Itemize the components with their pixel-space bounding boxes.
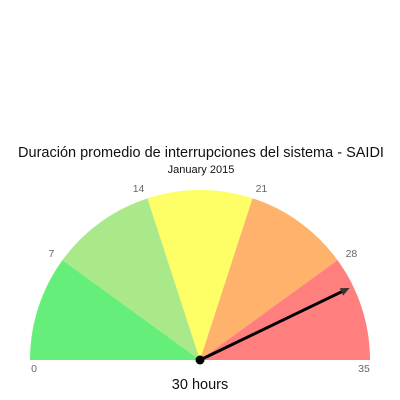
gauge-tick-label-7: 7 (49, 248, 55, 260)
gauge-tick-label-14: 14 (133, 183, 145, 195)
gauge-needle-hub (195, 355, 205, 365)
gauge-tick-label-28: 28 (346, 248, 358, 260)
gauge-tick-label-21: 21 (256, 183, 268, 195)
chart-subtitle: January 2015 (168, 164, 235, 176)
gauge-value-label: 30 hours (172, 377, 228, 393)
gauge-chart: Duración promedio de interrupciones del … (18, 145, 384, 393)
gauge-tick-label-35: 35 (358, 363, 370, 375)
chart-title: Duración promedio de interrupciones del … (18, 145, 384, 161)
gauge-bands (30, 190, 370, 360)
gauge-tick-label-0: 0 (31, 363, 37, 375)
